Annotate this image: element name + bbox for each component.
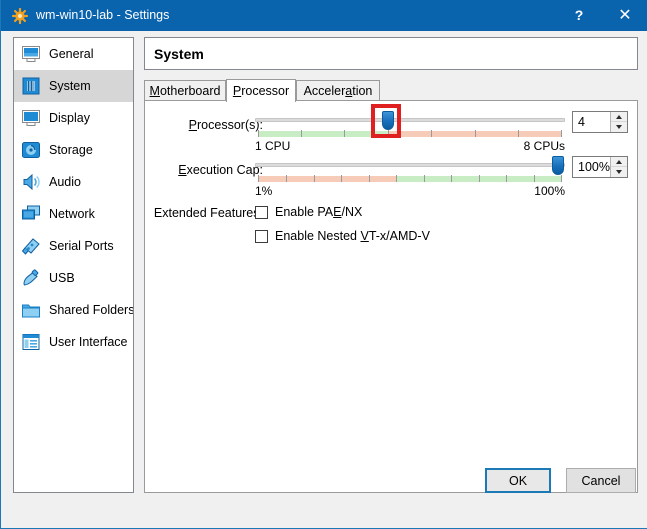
processor-max-label: 8 CPUs <box>524 139 565 153</box>
sidebar-item-label: General <box>49 47 93 61</box>
sidebar-item-serial-ports[interactable]: Serial Ports <box>14 230 133 262</box>
enable-pae-nx-label: Enable PAE/NX <box>275 205 362 219</box>
harddisk-storage-icon <box>20 139 42 161</box>
sidebar-item-usb[interactable]: USB <box>14 262 133 294</box>
sidebar-item-label: Audio <box>49 175 81 189</box>
execution-cap-label: Execution Cap: <box>159 163 263 177</box>
window-title: wm-win10-lab - Settings <box>36 0 169 31</box>
processor-min-label: 1 CPU <box>255 139 290 153</box>
sidebar-item-label: Serial Ports <box>49 239 114 253</box>
tab-label: Acceleration <box>304 84 373 98</box>
execution-cap-spinbox[interactable]: 100% <box>572 156 628 178</box>
enable-pae-nx-row[interactable]: Enable PAE/NX <box>255 205 362 219</box>
sidebar-item-general[interactable]: General <box>14 38 133 70</box>
sidebar-item-label: System <box>49 79 91 93</box>
sidebar-item-label: Storage <box>49 143 93 157</box>
tab-motherboard[interactable]: Motherboard <box>144 80 226 101</box>
sidebar-item-user-interface[interactable]: User Interface <box>14 326 133 358</box>
execution-cap-slider[interactable]: 1% 100% <box>255 156 565 196</box>
titlebar: wm-win10-lab - Settings ? ✕ <box>1 0 647 31</box>
execution-cap-slider-handle[interactable] <box>552 156 564 175</box>
execution-cap-spin-up-button[interactable] <box>611 157 627 167</box>
sidebar-item-label: USB <box>49 271 75 285</box>
settings-category-list[interactable]: General System <box>13 37 134 493</box>
help-button[interactable]: ? <box>556 0 602 31</box>
page-title: System <box>154 38 204 71</box>
sidebar-item-network[interactable]: Network <box>14 198 133 230</box>
sidebar-item-label: Shared Folders <box>49 303 134 317</box>
virtualbox-gear-icon <box>12 8 28 24</box>
execution-cap-value[interactable]: 100% <box>573 157 610 177</box>
sidebar-item-storage[interactable]: Storage <box>14 134 133 166</box>
window-ui-icon <box>20 331 42 353</box>
monitor-general-icon <box>20 43 42 65</box>
ok-button[interactable]: OK <box>485 468 551 493</box>
sidebar-item-label: User Interface <box>49 335 128 349</box>
slider-groove[interactable] <box>255 118 565 122</box>
tab-label-pre: Acceler <box>304 84 346 98</box>
cancel-button[interactable]: Cancel <box>566 468 636 493</box>
monitor-display-icon <box>20 107 42 129</box>
processor-count-spinbox[interactable]: 4 <box>572 111 628 133</box>
speaker-audio-icon <box>20 171 42 193</box>
sidebar-item-label: Network <box>49 207 95 221</box>
network-cards-icon <box>20 203 42 225</box>
tab-acceleration[interactable]: Acceleration <box>296 80 380 101</box>
chip-system-icon <box>20 75 42 97</box>
processors-label: Processor(s): <box>159 118 263 132</box>
sidebar-item-display[interactable]: Display <box>14 102 133 134</box>
execution-cap-slider-ticks <box>258 175 562 183</box>
execution-cap-spin-down-button[interactable] <box>611 167 627 177</box>
pane-header: System <box>144 37 638 70</box>
execution-cap-min-label: 1% <box>255 184 272 198</box>
slider-groove[interactable] <box>255 163 565 167</box>
processor-spin-arrows[interactable] <box>610 112 627 132</box>
processor-slider-handle[interactable] <box>382 111 394 130</box>
usb-plug-icon <box>20 267 42 289</box>
tab-label: Motherboard <box>150 84 221 98</box>
tab-label-rest: rocessor <box>241 84 289 98</box>
processor-count-value[interactable]: 4 <box>573 112 610 132</box>
extended-features-label: Extended Features: <box>143 206 263 220</box>
close-icon[interactable]: ✕ <box>602 0 647 31</box>
processor-tab-panel: Processor(s): <box>144 100 638 493</box>
serial-port-plug-icon <box>20 235 42 257</box>
tab-processor[interactable]: Processor <box>226 79 296 102</box>
sidebar-item-shared-folders[interactable]: Shared Folders <box>14 294 133 326</box>
folder-shared-icon <box>20 299 42 321</box>
tab-label-rest: tion <box>352 84 372 98</box>
tab-bar[interactable]: Motherboard Processor Acceleration <box>144 79 638 101</box>
sidebar-item-system[interactable]: System <box>14 70 133 102</box>
dialog-body: General System <box>2 31 647 528</box>
processor-slider-ticks <box>258 130 562 138</box>
execution-cap-spin-arrows[interactable] <box>610 157 627 177</box>
enable-nested-vtx-row[interactable]: Enable Nested VT-x/AMD-V <box>255 229 430 243</box>
enable-nested-vtx-checkbox[interactable] <box>255 230 268 243</box>
processor-slider[interactable]: 1 CPU 8 CPUs <box>255 111 565 151</box>
enable-nested-vtx-label: Enable Nested VT-x/AMD-V <box>275 229 430 243</box>
enable-pae-nx-checkbox[interactable] <box>255 206 268 219</box>
tab-label-rest: otherboard <box>160 84 220 98</box>
sidebar-item-label: Display <box>49 111 90 125</box>
processor-spin-up-button[interactable] <box>611 112 627 122</box>
processor-spin-down-button[interactable] <box>611 122 627 132</box>
sidebar-item-audio[interactable]: Audio <box>14 166 133 198</box>
execution-cap-max-label: 100% <box>534 184 565 198</box>
settings-dialog-window: wm-win10-lab - Settings ? ✕ General <box>0 0 647 529</box>
tab-label: Processor <box>233 84 289 98</box>
